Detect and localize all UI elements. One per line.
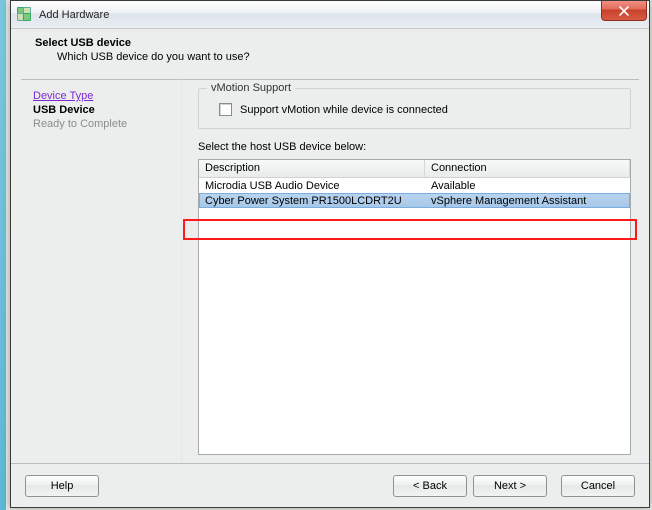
wizard-step-ready: Ready to Complete [33,118,175,130]
cell-description: Microdia USB Audio Device [199,180,425,192]
page-title: Select USB device [35,37,649,49]
device-instruction: Select the host USB device below: [198,141,631,153]
dialog-footer: Help < Back Next > Cancel [11,463,649,507]
wizard-step-device-type[interactable]: Device Type [33,90,175,102]
groupbox-legend: vMotion Support [207,82,295,94]
close-icon [619,6,629,16]
help-button[interactable]: Help [25,475,99,497]
wizard-steps: Device Type USB Device Ready to Complete [21,79,181,463]
wizard-header: Select USB device Which USB device do yo… [11,29,649,69]
cell-description: Cyber Power System PR1500LCDRT2U [199,195,425,207]
cell-connection: vSphere Management Assistant [425,195,630,207]
vmotion-checkbox-row[interactable]: Support vMotion while device is connecte… [209,103,620,116]
col-connection[interactable]: Connection [425,160,630,177]
add-hardware-dialog: Add Hardware Select USB device Which USB… [10,0,650,508]
wizard-content: vMotion Support Support vMotion while de… [181,79,639,463]
table-row[interactable]: Cyber Power System PR1500LCDRT2U vSphere… [199,193,630,208]
table-row[interactable]: Microdia USB Audio Device Available [199,178,630,193]
table-header: Description Connection [199,160,630,178]
vmotion-checkbox[interactable] [219,103,232,116]
close-button[interactable] [601,1,647,21]
cell-connection: Available [425,180,630,192]
titlebar[interactable]: Add Hardware [11,1,649,29]
window-title: Add Hardware [39,9,109,21]
next-button[interactable]: Next > [473,475,547,497]
cancel-button[interactable]: Cancel [561,475,635,497]
back-button[interactable]: < Back [393,475,467,497]
usb-device-table: Description Connection Microdia USB Audi… [198,159,631,455]
col-description[interactable]: Description [199,160,425,177]
vmotion-checkbox-label: Support vMotion while device is connecte… [240,104,448,116]
vmotion-groupbox: vMotion Support Support vMotion while de… [198,88,631,129]
wizard-step-usb-device: USB Device [33,104,175,116]
page-subtitle: Which USB device do you want to use? [35,49,649,63]
app-icon [17,7,33,23]
